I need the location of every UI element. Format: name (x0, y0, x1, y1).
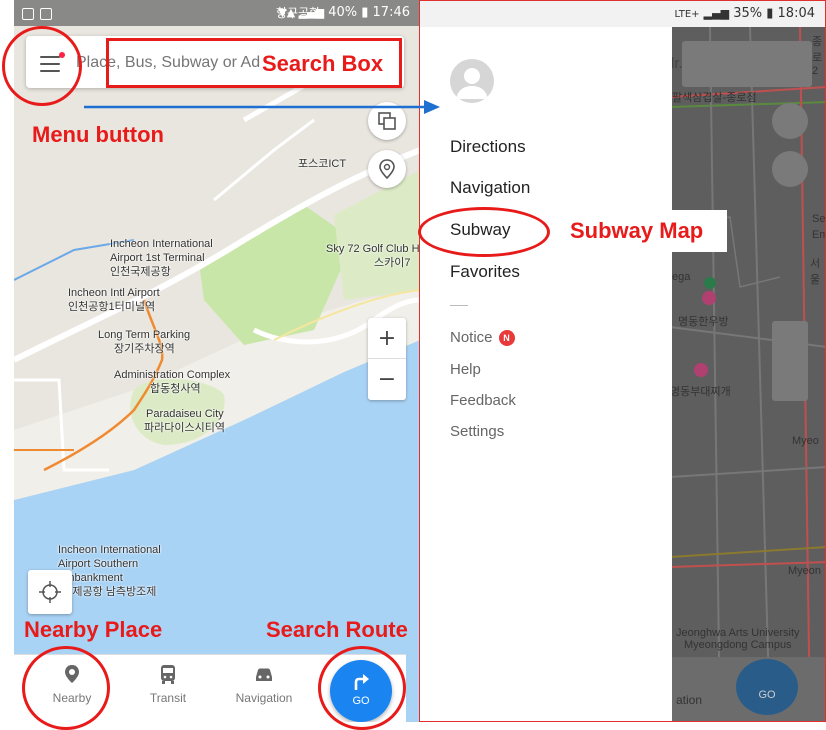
drawer-item-help[interactable]: Help (450, 361, 481, 378)
battery-percent: 40% (328, 5, 358, 20)
map-label-sky72-en[interactable]: Sky 72 Golf Club H (326, 242, 420, 256)
drawer-item-navigation[interactable]: Navigation (450, 178, 530, 198)
search-box-annotation: Search Box (262, 51, 384, 76)
dimmed-heart-marker-2 (694, 363, 708, 377)
dimmed-heart-marker (702, 291, 716, 305)
zoom-out-button[interactable]: − (368, 359, 406, 400)
drawer-item-feedback[interactable]: Feedback (450, 392, 516, 409)
user-icon (456, 68, 488, 99)
battery-percent-2: 35% (733, 6, 763, 21)
dimmed-label-restaurant: 팔색삼겹살-종로점 (672, 92, 757, 104)
menu-button-annotation: Menu button (32, 122, 164, 147)
dimmed-label-nav: ation (676, 693, 703, 707)
dimmed-search-bar (682, 41, 812, 87)
map-label-paradise-ko[interactable]: 파라다이스시티역 (144, 421, 225, 435)
crosshair-icon (39, 581, 61, 603)
dimmed-star-marker (704, 277, 716, 289)
map-label-south-en[interactable]: Incheon International Airport Southern E… (58, 543, 161, 585)
signal-icon: ▼▲ ▂▄▆ (278, 6, 325, 19)
map-label-admin-en[interactable]: Administration Complex (114, 368, 230, 382)
nearby-place-annotation: Nearby Place (24, 617, 163, 642)
side-drawer: Directions Navigation Subway Favorites N… (420, 27, 672, 721)
drawer-item-notice[interactable]: Notice N (450, 329, 515, 346)
dimmed-pin-button (772, 151, 808, 187)
signal-icon-2: ▂▄▆ (703, 7, 730, 20)
notice-label: Notice (450, 329, 493, 346)
map-label-terminal1-en[interactable]: Incheon International Airport 1st Termin… (110, 237, 213, 265)
drawer-item-directions[interactable]: Directions (450, 137, 526, 157)
my-location-button[interactable] (28, 570, 72, 614)
zoom-control: + − (368, 318, 406, 400)
subway-highlight (418, 207, 550, 257)
drawer-arrow (84, 100, 440, 114)
drawer-open-screen: dr. 종로2 팔색삼겹살-종로점 Se Em 서울 ega 명동한우방 명동부… (419, 0, 826, 722)
status-right: ▼▲ ▂▄▆ 40% ▮ 17:46 (278, 5, 410, 20)
screenshot-stage: 포스코ICT Sky 72 Golf Club H 스카이7 Incheon I… (0, 0, 826, 730)
map-label-paradise-en[interactable]: Paradaiseu City (146, 407, 224, 421)
place-pin-button[interactable] (368, 150, 406, 188)
status-bar-right: LTE+ ▂▄▆ 35% ▮ 18:04 (420, 1, 825, 27)
dimmed-label-se: Se (812, 213, 826, 225)
dimmed-label-jeonghwa: Jeonghwa Arts University Myeongdong Camp… (676, 627, 800, 651)
battery-icon-2: ▮ (766, 6, 774, 21)
dimmed-layers-button (772, 103, 808, 139)
map-label-parking-ko[interactable]: 장기주차장역 (114, 342, 175, 356)
dimmed-label-jongno: 종로2 (812, 36, 823, 77)
car-icon (256, 668, 272, 681)
map-label-posco[interactable]: 포스코ICT (298, 157, 346, 171)
map-label-intl-airport-en[interactable]: Incheon Intl Airport (68, 286, 160, 300)
avatar[interactable] (450, 59, 494, 103)
notification-icons (22, 6, 58, 21)
dimmed-label-seoul: 서울 (810, 258, 821, 286)
dimmed-label-budae: 명동부대찌개 (670, 386, 731, 398)
nav-transit[interactable]: Transit (128, 663, 208, 705)
drawer-item-settings[interactable]: Settings (450, 423, 504, 440)
nav-transit-label: Transit (149, 691, 187, 705)
drawer-item-favorites[interactable]: Favorites (450, 262, 520, 282)
location-pin-icon (379, 159, 395, 179)
menu-button-highlight (2, 26, 82, 106)
status-bar: 항구공항 ▼▲ ▂▄▆ 40% ▮ 17:46 (14, 0, 420, 26)
zoom-in-button[interactable]: + (368, 318, 406, 359)
network-label: LTE+ (674, 9, 700, 20)
nav-navigation[interactable]: Navigation (224, 663, 304, 705)
map-label-terminal1-ko[interactable]: 인천국제공항 (110, 265, 171, 279)
dimmed-label-myeon: Myeon (788, 565, 822, 577)
map-label-intl-airport-ko[interactable]: 인천공항1터미널역 (68, 300, 155, 314)
map-label-admin-ko[interactable]: 합동청사역 (150, 382, 201, 396)
dimmed-zoom-control (772, 321, 808, 401)
clock-2: 18:04 (777, 6, 815, 21)
dimmed-label-ega: ega (672, 271, 691, 283)
search-route-highlight (318, 646, 406, 730)
drawer-divider (450, 305, 468, 306)
map-label-sky72-ko[interactable]: 스카이7 (374, 256, 410, 270)
bus-icon (161, 665, 175, 684)
clock: 17:46 (372, 5, 410, 20)
new-badge: N (498, 330, 515, 346)
dimmed-go-button: GO (736, 659, 798, 715)
dimmed-label-hanwoo: 명동한우방 (678, 316, 729, 328)
status-right-2: LTE+ ▂▄▆ 35% ▮ 18:04 (675, 6, 815, 21)
dimmed-label-em: Em (812, 229, 825, 241)
battery-icon: ▮ (361, 5, 369, 20)
nearby-highlight (22, 646, 110, 730)
search-route-annotation: Search Route (266, 617, 408, 642)
dimmed-label-myeo: Myeo (792, 435, 819, 447)
map-label-parking-en[interactable]: Long Term Parking (98, 328, 190, 342)
nav-navigation-label: Navigation (235, 691, 293, 705)
subway-map-annotation: Subway Map (570, 218, 704, 243)
